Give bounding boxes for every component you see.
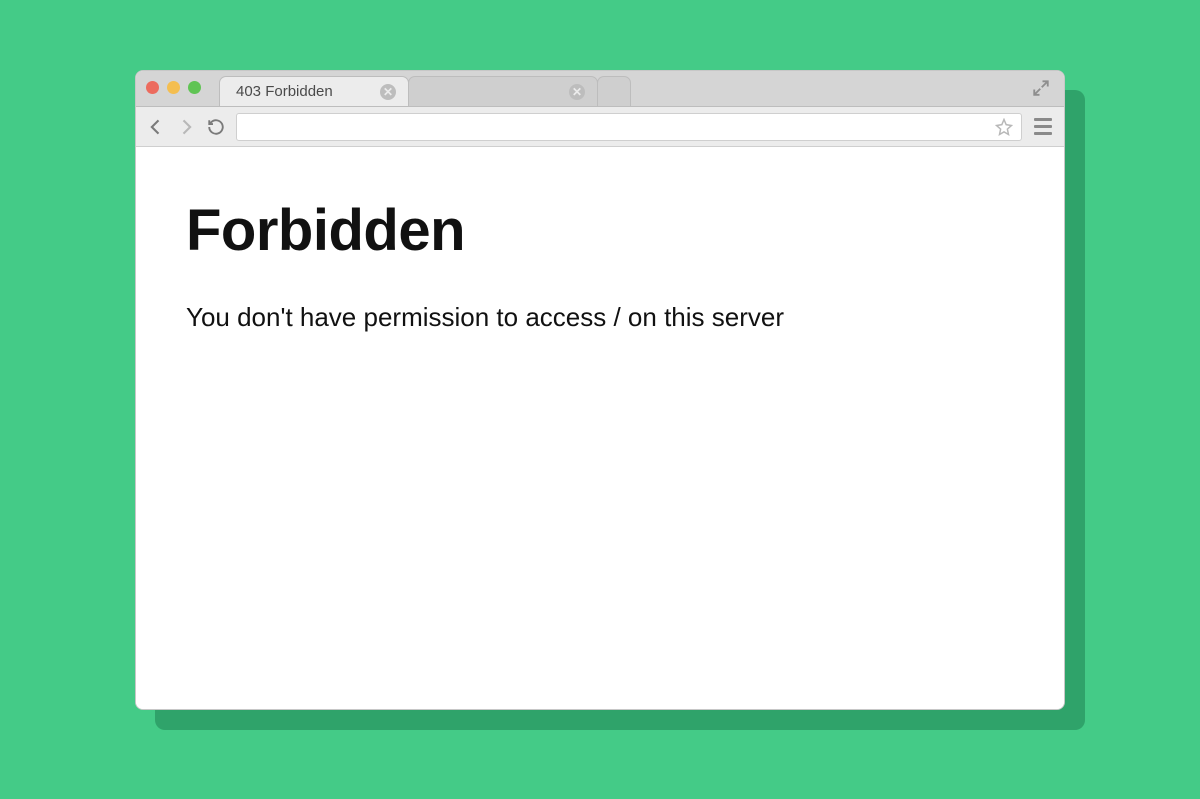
forward-button[interactable] [176,117,196,137]
window-close-button[interactable] [146,81,159,94]
menu-button[interactable] [1032,116,1054,138]
error-heading: Forbidden [186,197,1014,264]
fullscreen-icon[interactable] [1032,79,1050,97]
back-button[interactable] [146,117,166,137]
page-content: Forbidden You don't have permission to a… [136,147,1064,709]
toolbar [136,107,1064,147]
reload-button[interactable] [206,117,226,137]
close-tab-icon[interactable]: ✕ [380,84,396,100]
window-maximize-button[interactable] [188,81,201,94]
close-tab-icon[interactable]: ✕ [569,84,585,100]
address-bar[interactable] [236,113,1022,141]
tab-strip: 403 Forbidden ✕ ✕ [136,71,1064,107]
window-minimize-button[interactable] [167,81,180,94]
new-tab-button[interactable] [597,76,631,106]
tab-title: 403 Forbidden [236,83,370,100]
bookmark-star-icon[interactable] [995,118,1013,136]
tab-inactive[interactable]: ✕ [408,76,598,106]
tab-active[interactable]: 403 Forbidden ✕ [219,76,409,106]
error-message: You don't have permission to access / on… [186,302,1014,333]
window-controls [146,81,219,106]
browser-window: 403 Forbidden ✕ ✕ [135,70,1065,710]
